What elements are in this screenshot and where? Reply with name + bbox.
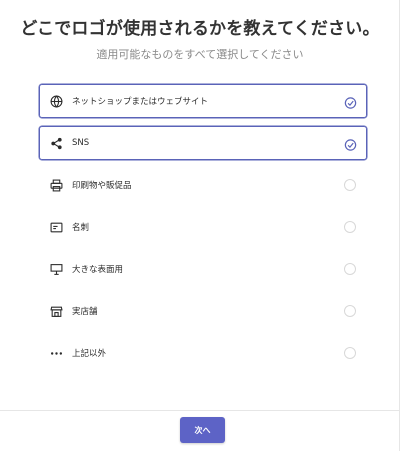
page-frame: どこでロゴが使用されるかを教えてください。 適用可能なものをすべて選択してくださ…: [0, 0, 400, 451]
storefront-icon: [49, 304, 63, 318]
option-radio[interactable]: [344, 263, 356, 275]
option-website[interactable]: ネットショップまたはウェブサイト: [39, 84, 367, 118]
option-storefront[interactable]: 実店舗: [39, 294, 367, 328]
share-icon: [49, 136, 63, 150]
option-radio[interactable]: [344, 221, 356, 233]
next-button[interactable]: 次へ: [180, 417, 225, 443]
option-radio[interactable]: [344, 179, 356, 191]
option-label: 実店舗: [72, 307, 98, 317]
option-print[interactable]: 印刷物や販促品: [39, 168, 367, 202]
option-radio[interactable]: [344, 305, 356, 317]
option-label: ネットショップまたはウェブサイト: [72, 97, 209, 107]
option-radio[interactable]: [344, 347, 356, 359]
footer-divider: [0, 410, 400, 411]
globe-icon: [49, 94, 63, 108]
usage-options-list: ネットショップまたはウェブサイト SNS 印刷物や販促品 名刺 大きな表面用 実…: [39, 84, 367, 378]
more-icon: [49, 346, 63, 360]
page-subtitle: 適用可能なものをすべて選択してください: [96, 48, 304, 61]
option-label: SNS: [72, 138, 90, 148]
billboard-icon: [49, 262, 63, 276]
option-label: 大きな表面用: [72, 265, 124, 275]
check-circle-icon: [344, 137, 357, 151]
option-label: 上記以外: [72, 349, 107, 359]
option-large-surface[interactable]: 大きな表面用: [39, 252, 367, 286]
business-card-icon: [49, 220, 63, 234]
check-circle-icon: [344, 95, 357, 109]
option-business-card[interactable]: 名刺: [39, 210, 367, 244]
option-other[interactable]: 上記以外: [39, 336, 367, 370]
option-label: 印刷物や販促品: [72, 181, 132, 191]
page-title: どこでロゴが使用されるかを教えてください。: [20, 19, 380, 39]
printer-icon: [49, 178, 63, 192]
option-sns[interactable]: SNS: [39, 126, 367, 160]
option-label: 名刺: [72, 223, 90, 233]
